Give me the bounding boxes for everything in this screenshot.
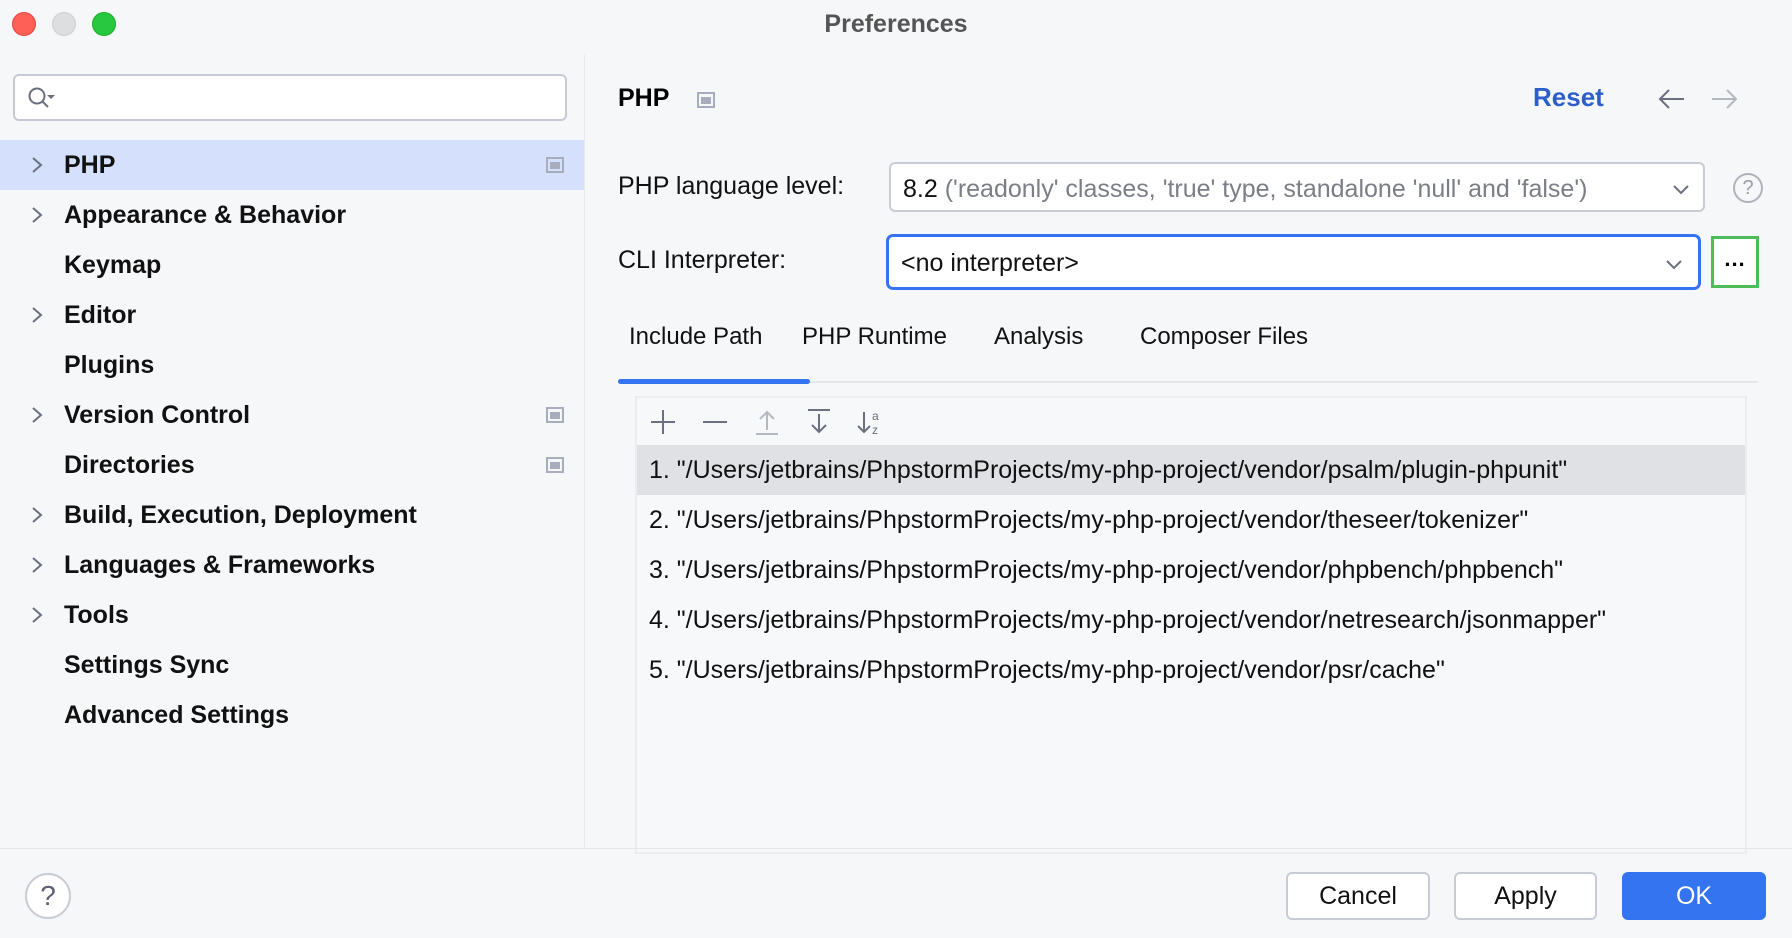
sidebar-item-label: Editor <box>64 301 137 329</box>
help-button[interactable]: ? <box>25 873 71 919</box>
sidebar-item-directories[interactable]: Directories <box>0 440 585 490</box>
sidebar-item-appearance-behavior[interactable]: Appearance & Behavior <box>0 190 585 240</box>
tab-bar: Include Path PHP Runtime Analysis Compos… <box>618 323 1758 383</box>
active-tab-indicator <box>618 379 810 384</box>
sidebar-item-tools[interactable]: Tools <box>0 590 585 640</box>
include-path-list[interactable]: az 1. "/Users/jetbrains/PhpstormProjects… <box>635 396 1747 854</box>
sidebar-item-editor[interactable]: Editor <box>0 290 585 340</box>
project-scope-icon <box>697 92 715 108</box>
sidebar-item-settings-sync[interactable]: Settings Sync <box>0 640 585 690</box>
sidebar-item-label: Plugins <box>64 351 155 379</box>
help-icon[interactable]: ? <box>1733 173 1763 203</box>
window-title: Preferences <box>824 10 968 38</box>
text-fade <box>1627 164 1667 210</box>
sidebar-item-version-control[interactable]: Version Control <box>0 390 585 440</box>
language-level-hint: ('readonly' classes, 'true' type, standa… <box>944 175 1588 203</box>
sidebar-item-languages-frameworks[interactable]: Languages & Frameworks <box>0 540 585 590</box>
chevron-right-icon[interactable] <box>30 155 44 175</box>
reset-link[interactable]: Reset <box>1533 82 1604 113</box>
sidebar-item-label: Build, Execution, Deployment <box>64 501 417 529</box>
include-path-toolbar: az <box>637 398 1745 444</box>
settings-search-input[interactable] <box>13 74 567 121</box>
forward-arrow-icon[interactable] <box>1709 88 1739 110</box>
list-item[interactable]: 3. "/Users/jetbrains/PhpstormProjects/my… <box>637 545 1745 595</box>
move-up-icon <box>756 410 778 435</box>
project-scope-icon <box>546 157 564 173</box>
chevron-right-icon[interactable] <box>30 505 44 525</box>
remove-icon[interactable] <box>699 406 731 438</box>
sidebar-item-label: PHP <box>64 151 116 179</box>
sidebar-item-label: Tools <box>64 601 129 629</box>
language-level-value: 8.2 ('readonly' classes, 'true' type, st… <box>903 175 1587 204</box>
cancel-button[interactable]: Cancel <box>1286 872 1430 920</box>
list-item[interactable]: 1. "/Users/jetbrains/PhpstormProjects/my… <box>637 445 1745 495</box>
chevron-right-icon[interactable] <box>30 405 44 425</box>
sidebar-item-advanced-settings[interactable]: Advanced Settings <box>0 690 585 740</box>
language-level-version: 8.2 <box>903 175 938 203</box>
cli-interpreter-label: CLI Interpreter: <box>618 246 787 274</box>
svg-text:z: z <box>872 423 878 437</box>
project-scope-icon <box>546 407 564 423</box>
cli-interpreter-select[interactable]: <no interpreter> <box>886 234 1701 290</box>
sort-alphabetically-icon[interactable]: az <box>855 406 887 438</box>
settings-tree: PHP Appearance & Behavior Keymap Editor … <box>0 140 585 740</box>
sidebar-item-label: Appearance & Behavior <box>64 201 347 229</box>
add-icon[interactable] <box>647 406 679 438</box>
tab-analysis[interactable]: Analysis <box>994 323 1083 351</box>
list-item[interactable]: 5. "/Users/jetbrains/PhpstormProjects/my… <box>637 645 1745 695</box>
chevron-right-icon[interactable] <box>30 605 44 625</box>
sidebar-item-label: Version Control <box>64 401 251 429</box>
chevron-down-icon <box>1673 185 1689 195</box>
tab-include-path[interactable]: Include Path <box>629 323 762 351</box>
include-path-rows: 1. "/Users/jetbrains/PhpstormProjects/my… <box>637 445 1745 695</box>
settings-content: PHP Reset PHP language level: 8.2 ('read… <box>585 48 1792 854</box>
settings-sidebar: PHP Appearance & Behavior Keymap Editor … <box>0 48 585 848</box>
cli-interpreter-value: <no interpreter> <box>901 249 1079 277</box>
list-item[interactable]: 2. "/Users/jetbrains/PhpstormProjects/my… <box>637 495 1745 545</box>
sidebar-item-keymap[interactable]: Keymap <box>0 240 585 290</box>
chevron-down-icon <box>1666 260 1682 270</box>
tab-composer-files[interactable]: Composer Files <box>1140 323 1308 351</box>
sidebar-item-label: Languages & Frameworks <box>64 551 376 579</box>
list-item[interactable]: 4. "/Users/jetbrains/PhpstormProjects/my… <box>637 595 1745 645</box>
browse-interpreters-button[interactable]: ... <box>1711 236 1759 288</box>
chevron-right-icon[interactable] <box>30 555 44 575</box>
sidebar-item-label: Keymap <box>64 251 162 279</box>
sidebar-item-label: Directories <box>64 451 195 479</box>
search-icon <box>28 87 55 108</box>
chevron-right-icon[interactable] <box>30 305 44 325</box>
back-arrow-icon[interactable] <box>1657 88 1687 110</box>
ok-button[interactable]: OK <box>1622 872 1766 920</box>
apply-button[interactable]: Apply <box>1454 872 1597 920</box>
project-scope-icon <box>546 457 564 473</box>
svg-text:a: a <box>872 409 879 423</box>
tab-php-runtime[interactable]: PHP Runtime <box>802 323 947 351</box>
language-level-label: PHP language level: <box>618 172 845 200</box>
sidebar-item-plugins[interactable]: Plugins <box>0 340 585 390</box>
sidebar-item-php[interactable]: PHP <box>0 140 585 190</box>
chevron-right-icon[interactable] <box>30 205 44 225</box>
sidebar-item-label: Advanced Settings <box>64 701 290 729</box>
sidebar-item-label: Settings Sync <box>64 651 230 679</box>
sidebar-item-build-execution-deployment[interactable]: Build, Execution, Deployment <box>0 490 585 540</box>
footer-divider <box>0 848 1792 849</box>
page-title: PHP <box>618 84 670 112</box>
language-level-select[interactable]: 8.2 ('readonly' classes, 'true' type, st… <box>889 162 1705 212</box>
title-bar: Preferences <box>0 0 1792 48</box>
move-down-icon[interactable] <box>803 406 835 438</box>
